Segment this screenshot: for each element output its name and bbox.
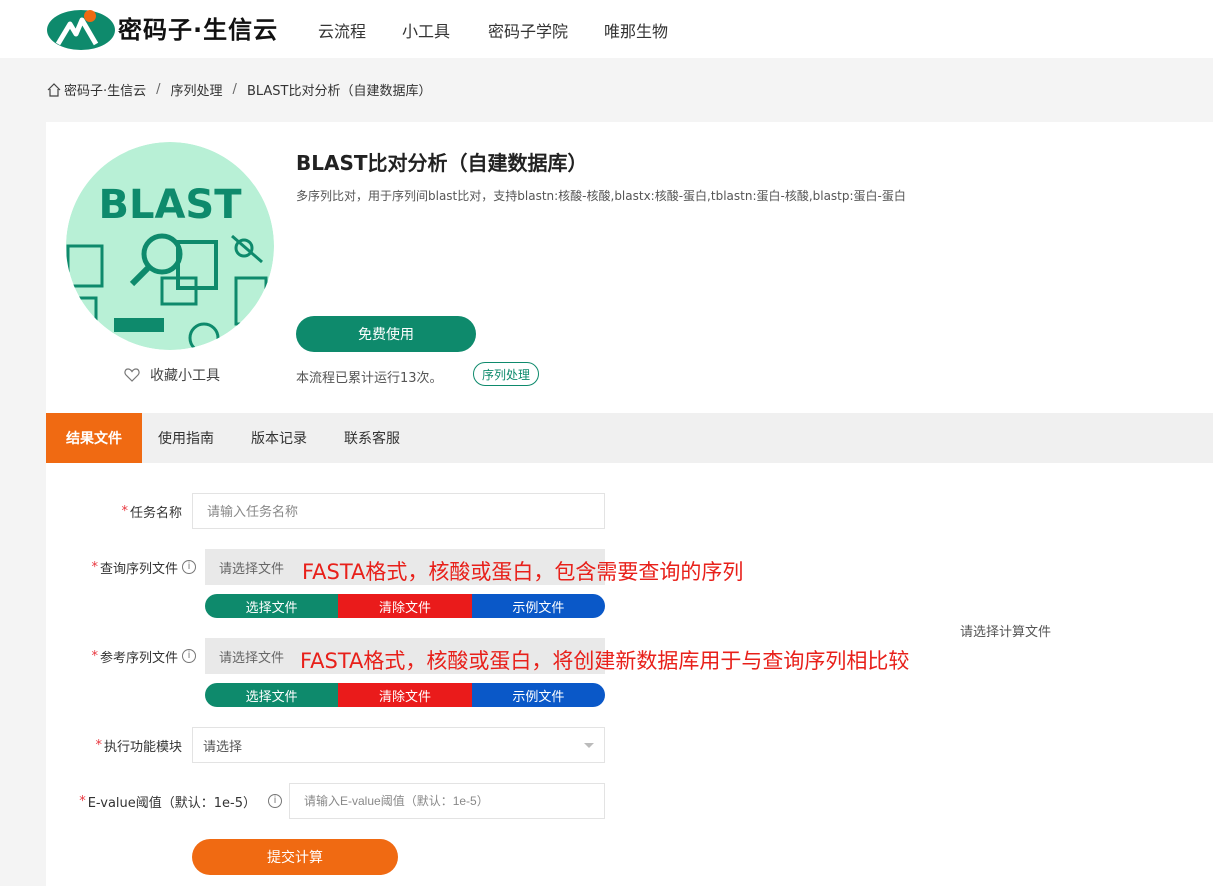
reference-file-label: * 参考序列文件 i <box>46 638 196 674</box>
module-select[interactable]: 请选择 <box>192 727 605 763</box>
logo-icon[interactable] <box>46 6 116 50</box>
submit-button[interactable]: 提交计算 <box>192 839 398 875</box>
ref-clear-file-button[interactable]: 清除文件 <box>338 683 472 707</box>
chevron-down-icon <box>584 743 594 748</box>
tab-contact-support[interactable]: 联系客服 <box>344 413 400 463</box>
ref-example-file-button[interactable]: 示例文件 <box>471 683 605 707</box>
ref-choose-file-button[interactable]: 选择文件 <box>205 683 339 707</box>
required-mark: * <box>79 793 86 809</box>
required-mark: * <box>91 559 98 575</box>
select-file-hint: 请选择计算文件 <box>960 625 1052 640</box>
query-file-buttons: 选择文件 清除文件 示例文件 <box>205 594 605 618</box>
tab-version-history[interactable]: 版本记录 <box>251 413 307 463</box>
breadcrumb-home[interactable]: 密码子·生信云 <box>64 80 146 99</box>
info-icon[interactable]: i <box>182 560 196 574</box>
brand-name[interactable]: 密码子·生信云 <box>118 10 278 45</box>
tab-guide[interactable]: 使用指南 <box>158 413 214 463</box>
heart-icon <box>124 368 140 382</box>
evalue-label: * E-value阈值（默认：1e-5） i <box>46 783 282 819</box>
breadcrumb: 密码子·生信云 / 序列处理 / BLAST比对分析（自建数据库） <box>46 80 431 99</box>
nav-weina-bio[interactable]: 唯那生物 <box>604 18 668 42</box>
tab-result-files[interactable]: 结果文件 <box>46 413 142 463</box>
task-name-input[interactable] <box>192 493 605 529</box>
breadcrumb-current: BLAST比对分析（自建数据库） <box>246 84 432 99</box>
query-file-note: FASTA格式，核酸或蛋白，包含需要查询的序列 <box>302 560 744 584</box>
breadcrumb-category[interactable]: 序列处理 <box>171 80 223 99</box>
query-clear-file-button[interactable]: 清除文件 <box>338 594 472 618</box>
favorite-label: 收藏小工具 <box>150 368 220 384</box>
query-choose-file-button[interactable]: 选择文件 <box>205 594 339 618</box>
required-mark: * <box>95 737 102 753</box>
home-icon <box>47 82 61 97</box>
favorite-tool[interactable]: 收藏小工具 <box>124 365 220 385</box>
query-example-file-button[interactable]: 示例文件 <box>471 594 605 618</box>
reference-file-buttons: 选择文件 清除文件 示例文件 <box>205 683 605 707</box>
tab-bar: 结果文件 使用指南 版本记录 联系客服 <box>46 413 1213 463</box>
category-tag[interactable]: 序列处理 <box>473 362 540 386</box>
info-icon[interactable]: i <box>268 794 282 808</box>
tool-title: BLAST比对分析（自建数据库） <box>296 151 588 175</box>
blast-logo-text: BLAST <box>98 182 242 228</box>
query-file-label: * 查询序列文件 i <box>46 549 196 585</box>
free-use-button[interactable]: 免费使用 <box>296 316 476 352</box>
tool-card: BLAST 收藏小工具 BLAST比对分析（自建数据库） 多序列比对，用于序列间… <box>46 122 1213 886</box>
breadcrumb-separator: / <box>156 82 161 97</box>
required-mark: * <box>121 503 128 519</box>
tool-description: 多序列比对，用于序列间blast比对，支持blastn:核酸-核酸,blastx… <box>296 189 906 203</box>
run-count: 本流程已累计运行13次。 <box>296 371 443 386</box>
module-label: * 执行功能模块 <box>95 737 182 755</box>
reference-file-note: FASTA格式，核酸或蛋白，将创建新数据库用于与查询序列相比较 <box>300 649 910 673</box>
nav-cloud-pipeline[interactable]: 云流程 <box>318 18 366 42</box>
breadcrumb-separator: / <box>232 82 237 97</box>
evalue-input[interactable] <box>289 783 605 819</box>
nav-academy[interactable]: 密码子学院 <box>488 18 568 42</box>
module-select-value: 请选择 <box>203 739 243 755</box>
blast-tool-logo: BLAST <box>66 142 274 350</box>
task-name-label: * 任务名称 <box>121 503 182 521</box>
info-icon[interactable]: i <box>182 649 196 663</box>
top-navbar: 密码子·生信云 云流程 小工具 密码子学院 唯那生物 <box>0 0 1213 58</box>
required-mark: * <box>91 648 98 664</box>
nav-tools[interactable]: 小工具 <box>402 18 450 42</box>
